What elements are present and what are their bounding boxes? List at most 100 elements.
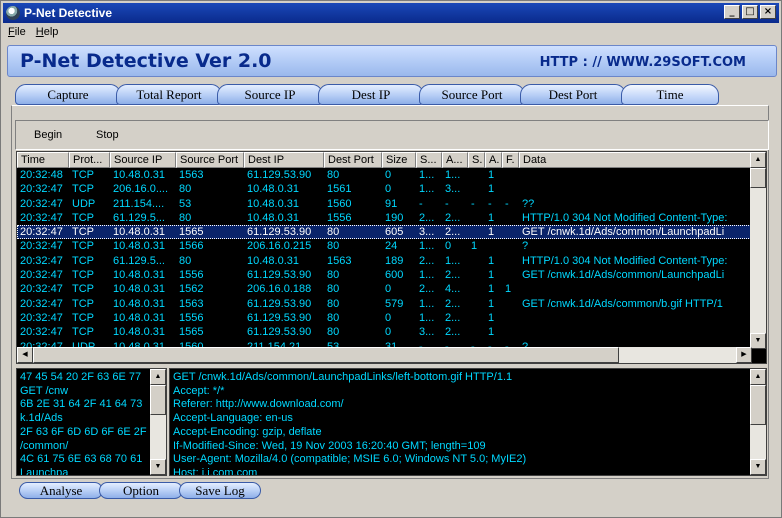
begin-button[interactable]: Begin bbox=[34, 129, 62, 141]
table-row[interactable]: 20:32:47 TCP 10.48.0.31 1566 206.16.0.215 80 2… bbox=[17, 239, 753, 253]
cell-source-port: 80 bbox=[179, 211, 192, 224]
hex-line: 4C 61 75 6E 63 68 70 61 bbox=[20, 453, 143, 466]
packet-grid[interactable]: Time Prot... Source IP Source Port Dest IP De… bbox=[16, 151, 767, 364]
cell-protocol: TCP bbox=[72, 326, 94, 339]
tab-dest-port[interactable]: Dest Port bbox=[520, 84, 626, 105]
scroll-up-icon[interactable]: ▲ bbox=[150, 369, 166, 385]
column-header-dest-ip[interactable]: Dest IP bbox=[244, 152, 324, 168]
cell-f bbox=[502, 268, 519, 282]
column-header-data[interactable]: Data bbox=[519, 152, 753, 168]
option-button[interactable]: Option bbox=[99, 482, 183, 499]
maximize-button[interactable]: □ bbox=[742, 5, 758, 19]
save-log-button[interactable]: Save Log bbox=[179, 482, 261, 499]
cell-ack: - bbox=[445, 197, 449, 210]
hex-dump-panel[interactable]: 47 45 54 20 2F 63 6E 77 GET /cnw 6B 2E 31 … bbox=[16, 368, 167, 476]
cell-syn: 2... bbox=[419, 254, 435, 267]
column-header-a[interactable]: A. bbox=[485, 152, 502, 168]
scroll-down-icon[interactable]: ▼ bbox=[750, 459, 766, 475]
tab-source-ip[interactable]: Source IP bbox=[217, 84, 323, 105]
cell-data bbox=[519, 282, 753, 296]
column-header-ack[interactable]: A... bbox=[442, 152, 468, 168]
column-header-time[interactable]: Time bbox=[17, 152, 69, 168]
table-row[interactable]: 20:32:47 TCP 10.48.0.31 1556 61.129.53.90 80 6… bbox=[17, 268, 753, 282]
column-header-source-port[interactable]: Source Port bbox=[176, 152, 244, 168]
cell-dest-port: 80 bbox=[327, 311, 340, 324]
cell-dest-ip: 206.16.0.215 bbox=[247, 240, 312, 253]
cell-size: 605 bbox=[385, 226, 404, 239]
column-header-source-ip[interactable]: Source IP bbox=[110, 152, 176, 168]
cell-data: HTTP/1.0 304 Not Modified Content-Type: bbox=[522, 254, 728, 267]
column-header-s[interactable]: S. bbox=[468, 152, 485, 168]
cell-ack: 1... bbox=[445, 254, 461, 267]
cell-syn: 1... bbox=[419, 297, 435, 310]
cell-data bbox=[519, 168, 753, 182]
cell-source-ip: 211.154.... bbox=[113, 197, 165, 210]
grid-vertical-scrollbar[interactable]: ▲ ▼ bbox=[750, 152, 766, 349]
tab-source-port[interactable]: Source Port bbox=[419, 84, 525, 105]
cell-source-port: 1565 bbox=[179, 226, 204, 239]
minimize-button[interactable]: _ bbox=[724, 5, 740, 19]
cell-source-port: 1565 bbox=[179, 326, 204, 339]
scroll-right-icon[interactable]: ▶ bbox=[736, 347, 752, 363]
table-row[interactable]: 20:32:47 UDP 211.154.... 53 10.48.0.31 1560 91… bbox=[17, 197, 753, 211]
menu-file[interactable]: File bbox=[3, 26, 31, 38]
cell-size: 24 bbox=[385, 240, 398, 253]
cell-size: 91 bbox=[385, 197, 398, 210]
title-bar[interactable]: P-Net Detective _ □ × bbox=[3, 3, 779, 23]
scroll-down-icon[interactable]: ▼ bbox=[750, 333, 766, 349]
scroll-thumb[interactable] bbox=[750, 168, 766, 188]
column-header-size[interactable]: Size bbox=[382, 152, 416, 168]
menu-help[interactable]: Help bbox=[31, 26, 64, 38]
cell-s bbox=[468, 211, 485, 225]
column-header-protocol[interactable]: Prot... bbox=[69, 152, 110, 168]
cell-f bbox=[502, 182, 519, 196]
cell-dest-port: 1561 bbox=[327, 183, 352, 196]
table-row[interactable]: 20:32:48 TCP 10.48.0.31 1563 61.129.53.90 80 0… bbox=[17, 168, 753, 182]
hex-line: 2F 63 6F 6D 6D 6F 6E 2F bbox=[20, 425, 147, 438]
tab-total-report[interactable]: Total Report bbox=[116, 84, 222, 105]
scroll-down-icon[interactable]: ▼ bbox=[150, 459, 166, 475]
tab-dest-ip[interactable]: Dest IP bbox=[318, 84, 424, 105]
scroll-thumb[interactable] bbox=[750, 385, 766, 425]
cell-s bbox=[468, 311, 485, 325]
scroll-up-icon[interactable]: ▲ bbox=[750, 369, 766, 385]
table-row[interactable]: 20:32:47 TCP 10.48.0.31 1563 61.129.53.90 80 5… bbox=[17, 297, 753, 311]
cell-source-port: 1556 bbox=[179, 269, 204, 282]
scroll-left-icon[interactable]: ◀ bbox=[17, 347, 33, 363]
cell-dest-port: 80 bbox=[327, 297, 340, 310]
table-row[interactable]: 20:32:47 TCP 61.129.5... 80 10.48.0.31 1556 19… bbox=[17, 211, 753, 225]
column-header-dest-port[interactable]: Dest Port bbox=[324, 152, 382, 168]
tab-time[interactable]: Time bbox=[621, 84, 719, 105]
table-row[interactable]: 20:32:47 TCP 10.48.0.31 1565 61.129.53.90 80 0… bbox=[17, 325, 753, 339]
grid-horizontal-scrollbar[interactable]: ◀ ▶ bbox=[17, 347, 752, 363]
cell-a: 1 bbox=[488, 269, 495, 282]
hscroll-thumb[interactable] bbox=[33, 347, 619, 363]
cell-size: 579 bbox=[385, 297, 404, 310]
column-header-syn[interactable]: S... bbox=[416, 152, 442, 168]
cell-source-port: 1562 bbox=[179, 283, 204, 296]
table-row[interactable]: 20:32:47 TCP 10.48.0.31 1556 61.129.53.90 80 0… bbox=[17, 311, 753, 325]
table-row[interactable]: 20:32:47 TCP 10.48.0.31 1565 61.129.53.90 80 6… bbox=[17, 225, 753, 240]
cell-s bbox=[468, 282, 485, 296]
table-row[interactable]: 20:32:47 TCP 10.48.0.31 1562 206.16.0.188 80 0… bbox=[17, 282, 753, 296]
tab-capture[interactable]: Capture bbox=[15, 84, 121, 105]
close-button[interactable]: × bbox=[760, 5, 776, 19]
cell-dest-port: 80 bbox=[327, 283, 340, 296]
http-detail-panel[interactable]: GET /cnwk.1d/Ads/common/LaunchpadLinks/l… bbox=[169, 368, 767, 476]
scroll-up-icon[interactable]: ▲ bbox=[750, 152, 766, 168]
cell-protocol: TCP bbox=[72, 254, 94, 267]
cell-size: 0 bbox=[385, 169, 392, 181]
analyse-button[interactable]: Analyse bbox=[19, 482, 103, 499]
stop-button[interactable]: Stop bbox=[96, 129, 119, 141]
hex-scrollbar[interactable]: ▲ ▼ bbox=[150, 369, 166, 475]
cell-a: - bbox=[488, 197, 492, 210]
scroll-thumb[interactable] bbox=[150, 385, 166, 415]
http-scrollbar[interactable]: ▲ ▼ bbox=[750, 369, 766, 475]
cell-syn: 1... bbox=[419, 169, 435, 181]
column-header-f[interactable]: F. bbox=[502, 152, 519, 168]
table-row[interactable]: 20:32:47 TCP 61.129.5... 80 10.48.0.31 1563 18… bbox=[17, 254, 753, 268]
cell-s: 1 bbox=[471, 240, 478, 253]
table-row[interactable]: 20:32:47 TCP 206.16.0.... 80 10.48.0.31 1561 0… bbox=[17, 182, 753, 196]
cell-source-ip: 10.48.0.31 bbox=[113, 283, 165, 296]
cell-time: 20:32:47 bbox=[20, 326, 63, 339]
